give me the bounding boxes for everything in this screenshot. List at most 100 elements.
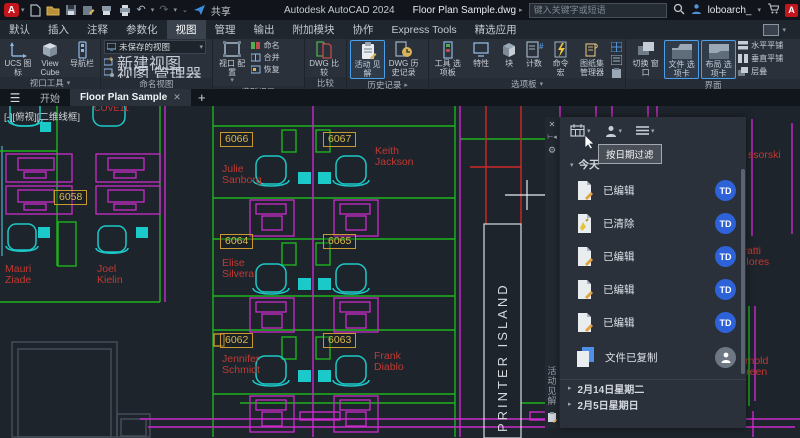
view-manager-button[interactable]: 视图 管理器 — [104, 67, 209, 78]
viewport-controls[interactable]: [-][俯视][二维线框] — [4, 109, 80, 123]
palette-list-icon[interactable] — [611, 55, 622, 65]
autodesk-app-icon[interactable]: A — [785, 4, 798, 17]
share-plane-icon[interactable] — [193, 4, 206, 16]
tab-collaborate[interactable]: 协作 — [344, 20, 383, 39]
file-tabs-toggle-button[interactable]: 文件 选项卡 — [664, 40, 699, 79]
app-menu-caret-icon[interactable]: ▾ — [21, 6, 25, 14]
ribbon-display-caret-icon[interactable]: ▾ — [782, 26, 786, 34]
occupant-name[interactable]: Patti Flores — [740, 246, 780, 268]
navbar-button[interactable]: 导航栏 — [67, 40, 97, 69]
occupant-name[interactable]: Mauri Ziade — [5, 264, 47, 286]
save-as-icon[interactable] — [82, 4, 95, 17]
panel-tab-label[interactable]: 活动见解 — [546, 366, 559, 406]
save-icon[interactable] — [65, 4, 77, 17]
user-menu-caret-icon[interactable]: ▾ — [757, 6, 761, 14]
tab-addins[interactable]: 附加模块 — [284, 20, 344, 39]
avatar-person-icon[interactable] — [715, 347, 736, 368]
viewport-restore-button[interactable]: 恢复 — [251, 64, 280, 75]
command-macros-button[interactable]: 命令 宏 — [548, 40, 573, 77]
search-icon[interactable] — [673, 3, 685, 18]
autocad-logo-icon[interactable]: A — [4, 3, 19, 17]
avatar[interactable]: TD — [715, 246, 736, 267]
occupant-name[interactable]: Julie Sanborg — [222, 164, 270, 186]
activity-insights-button[interactable]: 活动 见解 — [350, 40, 385, 79]
palette-grid-icon[interactable] — [611, 42, 622, 52]
occupant-name[interactable]: Elise Silvera — [222, 258, 258, 280]
undo-icon[interactable]: ↶ — [137, 0, 146, 20]
search-scope-caret-icon[interactable]: ▸ — [519, 6, 523, 14]
filter-by-type-button[interactable]: ▾ — [636, 125, 655, 136]
tab-view[interactable]: 视图 — [167, 20, 206, 39]
date-group-feb14[interactable]: ▸ 2月14日星期二 — [560, 379, 746, 396]
layout-tabs-toggle-button[interactable]: 布局 选项卡 — [701, 40, 736, 79]
new-file-icon[interactable] — [29, 4, 41, 17]
user-icon[interactable] — [691, 3, 702, 17]
tile-horizontal-button[interactable]: 水平平铺 — [738, 40, 783, 51]
date-group-feb5[interactable]: ▸ 2月5日星期日 — [560, 396, 746, 412]
switch-windows-button[interactable]: 切换 窗口 — [629, 40, 662, 77]
palette-clipboard-icon[interactable] — [611, 68, 622, 78]
tab-express-tools[interactable]: Express Tools — [383, 20, 466, 39]
hamburger-menu-icon[interactable]: ☰ — [0, 89, 30, 106]
tab-start[interactable]: 开始 — [30, 89, 70, 106]
count-button[interactable]: # 计数 — [522, 40, 547, 69]
cascade-button[interactable]: 层叠 — [738, 66, 783, 77]
room-label-6067[interactable]: 6067 — [323, 132, 356, 147]
open-folder-icon[interactable] — [46, 4, 60, 17]
activity-item[interactable]: 已编辑 TD — [560, 306, 746, 339]
redo-caret-icon[interactable]: ▾ — [173, 6, 177, 14]
tab-annotate[interactable]: 注释 — [78, 20, 117, 39]
ribbon-display-icon[interactable] — [763, 24, 779, 36]
tab-manage[interactable]: 管理 — [206, 20, 245, 39]
avatar[interactable]: TD — [715, 279, 736, 300]
filter-by-user-button[interactable]: ▾ — [605, 125, 623, 137]
activity-item[interactable]: 已清除 TD — [560, 207, 746, 240]
close-icon[interactable]: ✕ — [549, 120, 556, 129]
panel-expand-caret-icon[interactable]: ▾ — [540, 80, 544, 88]
room-label-6066[interactable]: 6066 — [220, 132, 253, 147]
share-label[interactable]: 共享 — [211, 3, 231, 18]
viewport-config-button[interactable]: 视口 配置 ▾ — [216, 40, 249, 86]
occupant-name[interactable]: Frank Diablo — [374, 351, 414, 373]
new-tab-icon[interactable]: + — [191, 89, 213, 106]
activity-item[interactable]: 已编辑 TD — [560, 273, 746, 306]
activity-item[interactable]: 已编辑 TD — [560, 240, 746, 273]
activity-item[interactable]: 文件已复制 — [560, 339, 746, 375]
blocks-button[interactable]: 块 — [499, 40, 520, 69]
tile-vertical-button[interactable]: 垂直平铺 — [738, 53, 783, 64]
panel-clipboard-icon[interactable] — [547, 412, 557, 425]
tab-insert[interactable]: 插入 — [39, 20, 78, 39]
drawing-canvas[interactable]: PRINTER ISLAND [-][俯视][二维线框] COVE11 6058… — [0, 106, 800, 438]
room-label-6058[interactable]: 6058 — [54, 190, 87, 205]
tool-palettes-button[interactable]: 工具 选项板 — [432, 40, 463, 77]
undo-caret-icon[interactable]: ▾ — [151, 6, 155, 14]
print-icon[interactable] — [118, 4, 132, 17]
close-tab-icon[interactable]: ✕ — [173, 92, 181, 103]
panel-settings-icon[interactable]: ⚙ — [548, 145, 556, 156]
sheet-set-manager-button[interactable]: 图纸集 管理器 — [575, 40, 609, 77]
auto-hide-pin-icon[interactable]: ⊢◂ — [547, 133, 557, 141]
dwg-history-button[interactable]: DWG 历史记录 — [387, 40, 420, 77]
occupant-name[interactable]: Keith Jackson — [375, 146, 425, 168]
room-label-6063[interactable]: 6063 — [323, 333, 356, 348]
tab-output[interactable]: 输出 — [245, 20, 284, 39]
app-store-cart-icon[interactable] — [767, 3, 779, 17]
panel-expand-caret-icon[interactable]: ▾ — [67, 79, 71, 87]
panel-scrollbar[interactable] — [741, 169, 745, 374]
activity-item[interactable]: 已编辑 TD — [560, 174, 746, 207]
room-label-6062[interactable]: 6062 — [220, 333, 253, 348]
occupant-name[interactable]: Joel Kielin — [97, 264, 133, 286]
avatar[interactable]: TD — [715, 213, 736, 234]
tab-home[interactable]: 默认 — [0, 20, 39, 39]
tab-parametric[interactable]: 参数化 — [117, 20, 167, 39]
panel-dialog-launcher-icon[interactable]: ▸ — [404, 81, 408, 89]
room-label-6065[interactable]: 6065 — [323, 234, 356, 249]
search-input[interactable] — [529, 3, 667, 18]
viewport-join-button[interactable]: 合并 — [251, 52, 280, 63]
avatar[interactable]: TD — [715, 180, 736, 201]
properties-button[interactable]: 特性 — [465, 40, 496, 69]
occupant-name[interactable]: ssorski — [748, 150, 781, 161]
viewport-named-button[interactable]: 命名 — [251, 40, 280, 51]
plot-icon[interactable] — [100, 4, 113, 17]
qat-customize-icon[interactable]: ⌄ — [182, 6, 188, 14]
